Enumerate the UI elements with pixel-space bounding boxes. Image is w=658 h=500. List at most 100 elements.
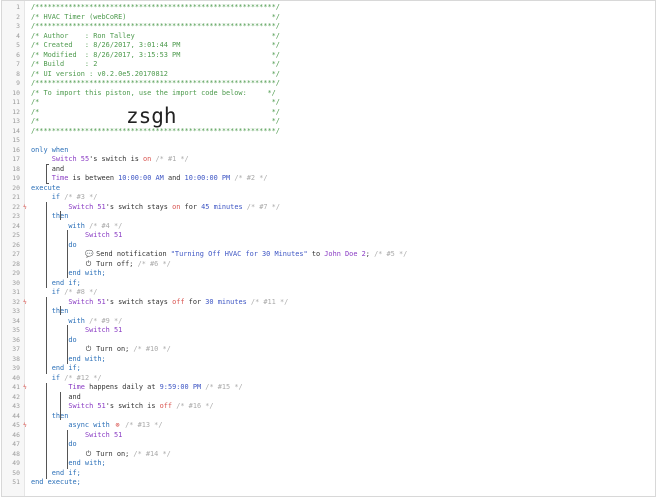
code-text: Time happens daily at 9:59:00 PM /* #15 … — [31, 383, 243, 393]
code-text: end if; — [31, 469, 81, 479]
code-token: end if; — [31, 364, 81, 372]
code-token: /***************************************… — [31, 3, 280, 11]
line-number: 41 — [12, 383, 20, 391]
with-block-bracket — [67, 325, 68, 364]
code-token: 45 minutes — [201, 202, 243, 211]
code-token: is between — [68, 174, 119, 182]
code-token: end with; — [31, 354, 106, 363]
line-number: 47 — [12, 440, 20, 448]
async-icon: ⊗ — [115, 421, 120, 429]
bracket-tick — [46, 164, 49, 165]
if-block-bracket — [46, 202, 47, 288]
code-line: 29 end with; — [2, 269, 655, 279]
code-text: /* Build : 2 */ — [31, 60, 280, 70]
line-number: 10 — [12, 88, 20, 97]
code-line: 36 do — [2, 336, 655, 346]
trigger-icon: ϟ — [23, 202, 27, 211]
code-token: /* #8 */ — [60, 288, 98, 296]
code-token: /* #6 */ — [133, 259, 171, 268]
code-token: Switch 51 — [68, 202, 106, 211]
code-token: then — [31, 307, 69, 315]
code-token: if — [31, 288, 61, 296]
code-token: Switch 51 — [84, 430, 123, 439]
line-number: 48 — [12, 449, 20, 458]
code-text: ⏻ Turn off; /* #6 */ — [31, 260, 171, 270]
code-token: /* #15 */ — [201, 383, 243, 391]
code-token: /* UI version : v0.2.0e5.20170812 */ — [31, 69, 280, 78]
code-line: 7 /* Build : 2 */ — [2, 60, 655, 70]
only-when-bracket — [46, 164, 47, 183]
code-line: 43 Switch 51's switch is off /* #16 */ — [2, 402, 655, 412]
code-line: 22 ϟ Switch 51's switch stays on for 45 m… — [2, 203, 655, 213]
code-token: "Turning Off HVAC for 30 Minutes" — [170, 250, 308, 258]
line-number: 51 — [12, 478, 20, 486]
code-token: Time — [51, 174, 69, 182]
code-line: 10 /* To import this piston, use the impo… — [2, 89, 655, 99]
line-number: 9 — [16, 79, 20, 87]
line-number: 13 — [12, 117, 20, 125]
code-token: /* #16 */ — [172, 402, 214, 410]
code-line: 50 end if; — [2, 469, 655, 479]
code-line: 18 and — [2, 165, 655, 175]
condition-bracket — [60, 211, 61, 220]
line-number: 38 — [12, 354, 20, 363]
code-text: 💬 Send notification "Turning Off HVAC fo… — [31, 250, 407, 260]
code-line: 13/* */ — [2, 117, 655, 127]
code-text: async with ⊗ /* #13 */ — [31, 421, 162, 431]
code-token: /* #9 */ — [84, 316, 123, 325]
code-text: do — [31, 440, 76, 450]
line-number: 21 — [12, 193, 20, 201]
code-text: Switch 51 — [31, 431, 122, 441]
line-number: 25 — [12, 231, 20, 239]
line-number: 4 — [16, 31, 20, 40]
code-text: if /* #3 */ — [31, 193, 98, 203]
code-line: 12/* */ — [2, 108, 655, 118]
code-token: to — [307, 250, 325, 258]
code-line: 19 Time is between 10:00:00 AM and 10:00… — [2, 174, 655, 184]
code-token: off — [172, 297, 185, 306]
code-text: then — [31, 307, 69, 317]
code-token: /* Created : 8/26/2017, 3:01:44 PM */ — [31, 41, 280, 49]
code-token: Switch 51 — [68, 402, 106, 410]
code-text: then — [31, 412, 69, 422]
code-token: 10:00:00 PM — [184, 174, 231, 182]
code-text: do — [31, 241, 76, 251]
code-token: /* To import this piston, use the import… — [31, 88, 276, 97]
code-token: for — [184, 297, 206, 306]
code-token: and — [31, 392, 81, 401]
code-token: 30 minutes — [205, 297, 247, 306]
line-number: 30 — [12, 278, 20, 287]
trigger-icon: ϟ — [23, 421, 27, 429]
code-line: 39 end if; — [2, 364, 655, 374]
line-number: 22 — [12, 202, 20, 211]
code-token: off — [159, 402, 173, 410]
code-line: 49 end with; — [2, 459, 655, 469]
line-number: 20 — [12, 183, 20, 192]
code-token: Switch 51 — [84, 326, 123, 334]
line-number: 29 — [12, 269, 20, 277]
code-token: with — [31, 221, 85, 230]
async-with-block-bracket — [67, 430, 68, 469]
line-number: 31 — [12, 288, 20, 296]
code-token: /* #13 */ — [120, 421, 163, 429]
code-line: 42 and — [2, 393, 655, 403]
line-number: 50 — [12, 468, 20, 477]
code-line: 26 do — [2, 241, 655, 251]
code-text: /***************************************… — [31, 22, 280, 32]
code-text: Time is between 10:00:00 AM and 10:00:00… — [31, 174, 268, 184]
code-token: /***************************************… — [31, 79, 280, 87]
line-number: 14 — [12, 126, 20, 135]
line-number: 17 — [12, 155, 20, 163]
code-text: end with; — [31, 354, 106, 365]
code-token: /* #5 */ — [369, 250, 408, 258]
code-token: /* Modified : 8/26/2017, 3:15:53 PM */ — [31, 50, 280, 59]
code-text: Switch 55's switch is on /* #1 */ — [31, 155, 189, 165]
code-line: 41 ϟ Time happens daily at 9:59:00 PM /* … — [2, 383, 655, 393]
code-token: end execute; — [31, 478, 81, 486]
